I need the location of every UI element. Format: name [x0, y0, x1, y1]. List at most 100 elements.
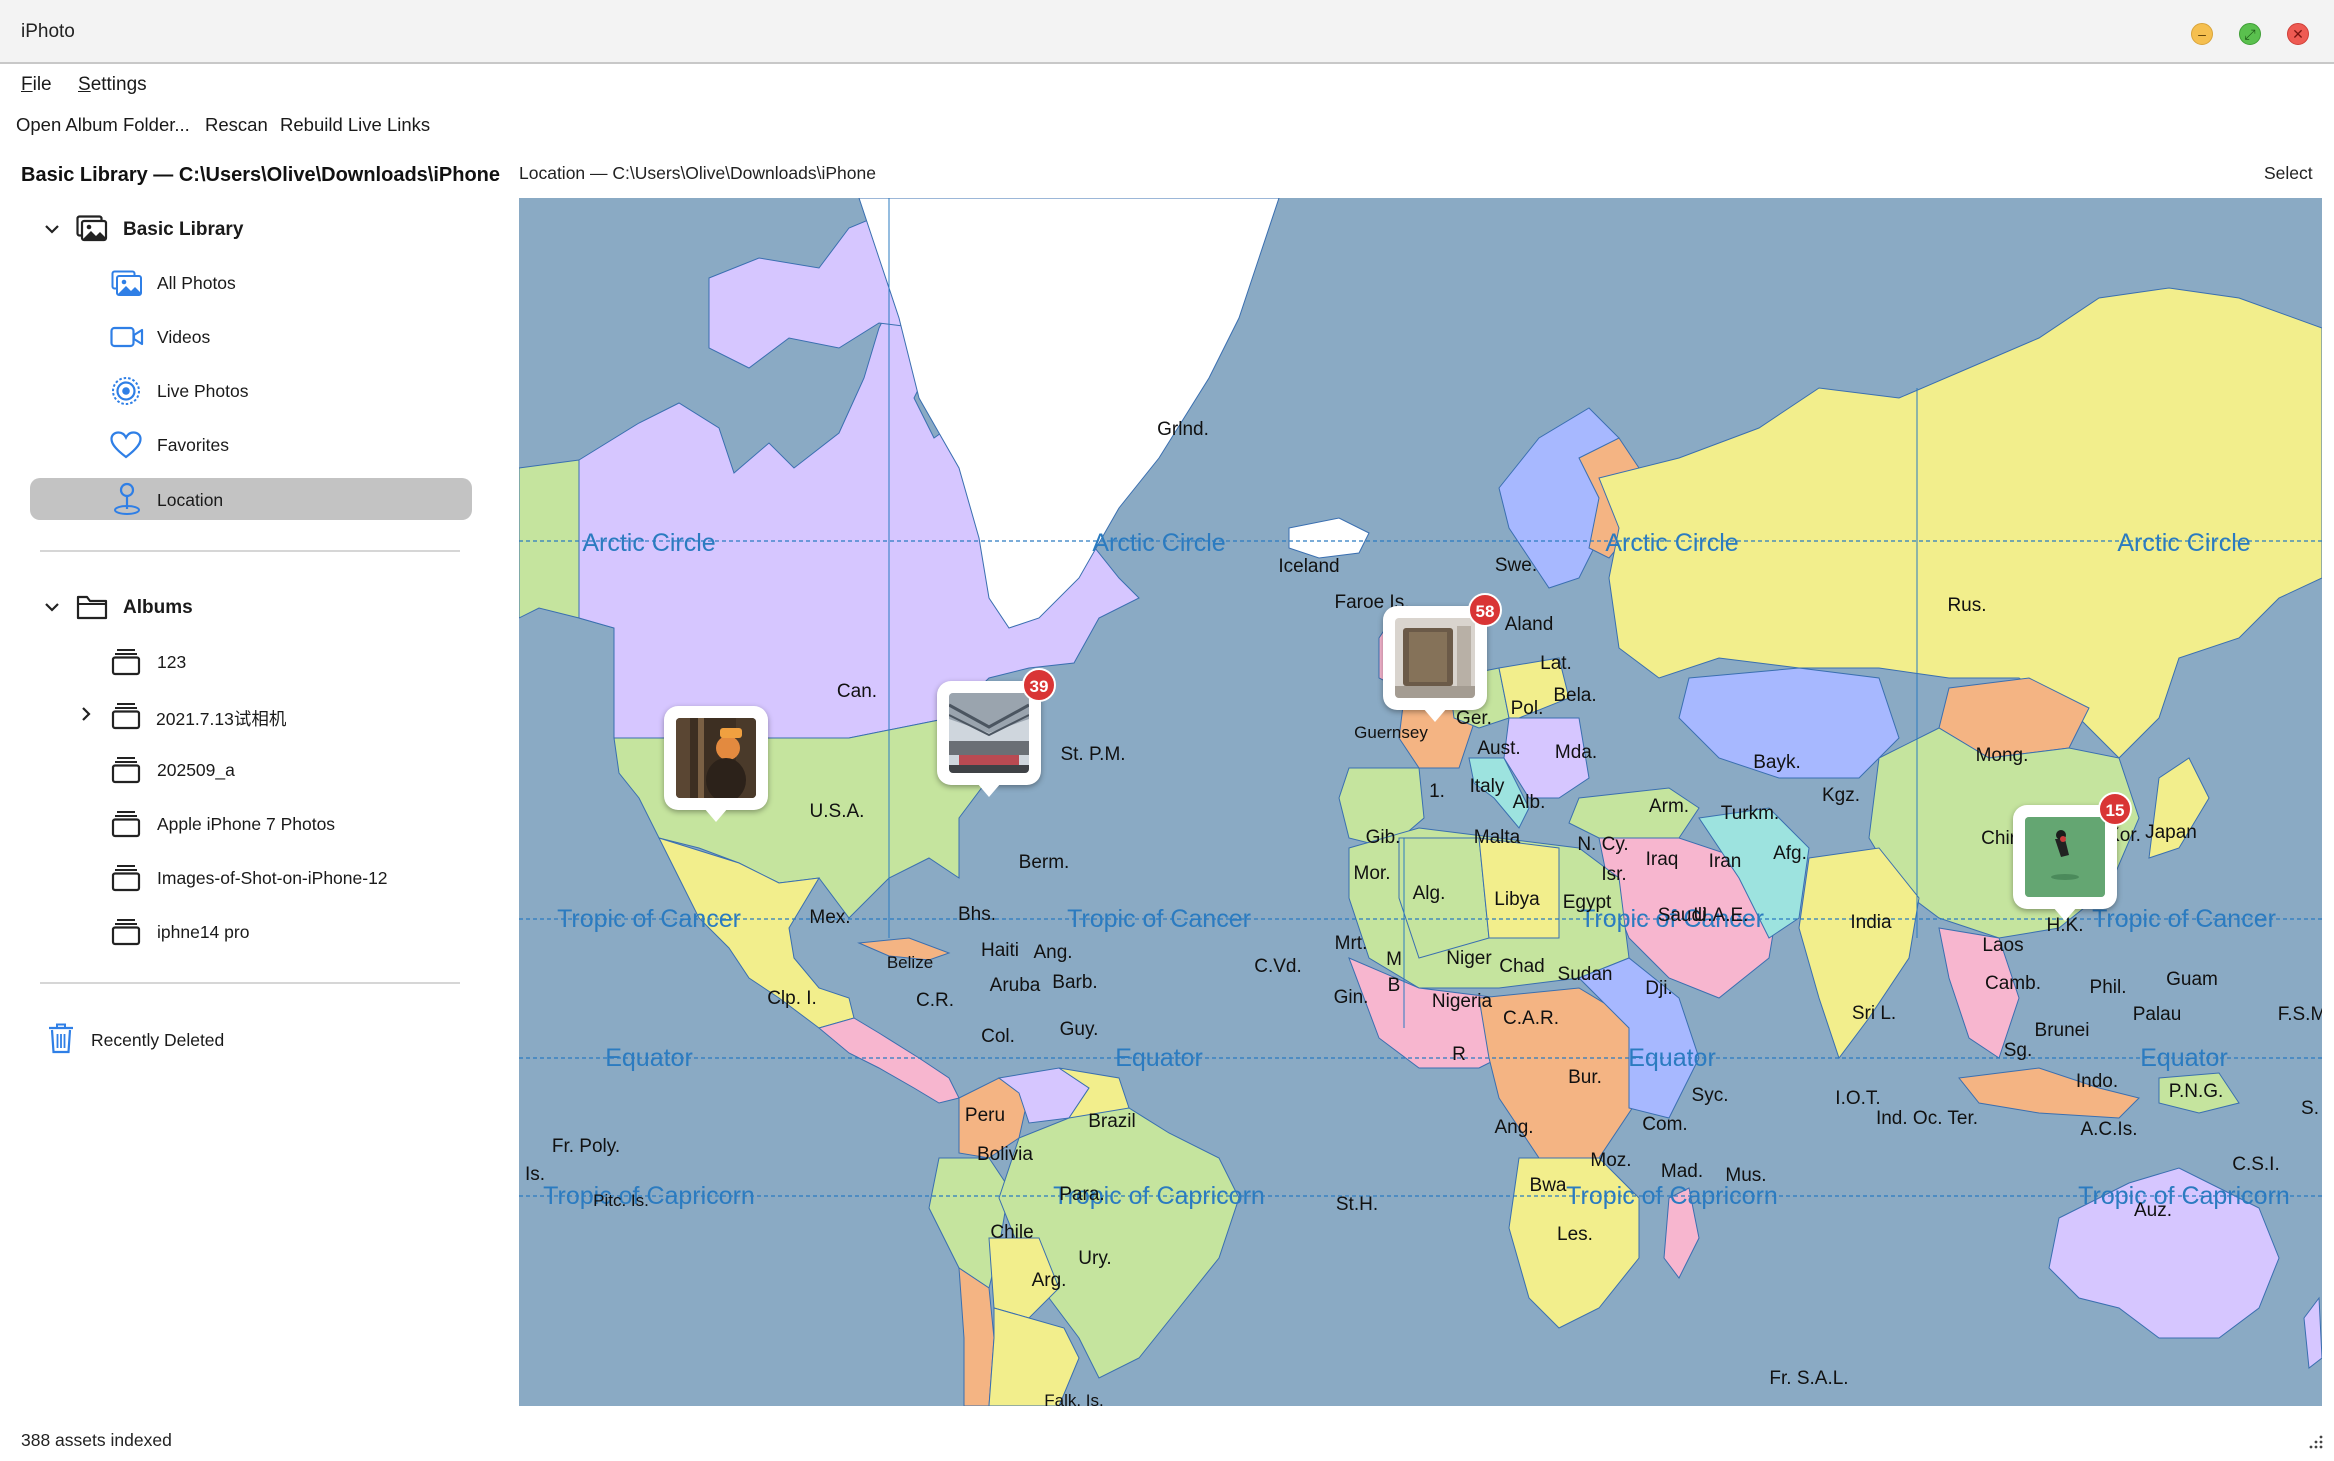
- country-label: Les.: [1557, 1224, 1593, 1245]
- country-label: Alb.: [1513, 792, 1546, 813]
- menu-settings-label: ettings: [90, 74, 147, 95]
- photo-pin-europe[interactable]: 58: [1383, 593, 1502, 722]
- land-central-america: [817, 1017, 960, 1104]
- location-pin-icon: [114, 482, 140, 515]
- country-label: Com.: [1642, 1114, 1687, 1135]
- country-label: Mrt.: [1335, 933, 1368, 954]
- thumbnail-image: [949, 693, 1029, 773]
- album-stack-icon: [111, 649, 141, 676]
- country-label: Moz.: [1590, 1150, 1631, 1171]
- sidebar-item-videos[interactable]: Videos: [157, 327, 210, 348]
- country-label: Ury.: [1078, 1248, 1111, 1269]
- rebuild-live-links-button[interactable]: Rebuild Live Links: [280, 114, 430, 136]
- country-label: Kgz.: [1822, 785, 1860, 806]
- content-header: Location — C:\Users\Olive\Downloads\iPho…: [519, 163, 876, 183]
- album-item[interactable]: 2021.7.13试相机: [156, 706, 286, 731]
- lat-label-cancer: Tropic of Cancer: [2092, 905, 2276, 933]
- country-label: F.S.M: [2278, 1004, 2322, 1025]
- country-label: Arg.: [1032, 1270, 1067, 1291]
- lat-label-cancer: Tropic of Cancer: [1067, 905, 1251, 933]
- country-label: Palau: [2133, 1004, 2182, 1025]
- maximize-button[interactable]: ⤢: [2239, 23, 2261, 45]
- country-label: Col.: [981, 1026, 1015, 1047]
- album-item[interactable]: Images-of-Shot-on-iPhone-12: [157, 868, 388, 889]
- country-label: Aruba: [990, 975, 1041, 996]
- sidebar-item-favorites[interactable]: Favorites: [157, 435, 229, 456]
- country-label: Mda.: [1555, 742, 1597, 763]
- album-stack-icon: [111, 865, 141, 892]
- thumbnail-image: [2025, 817, 2105, 897]
- country-label: Phil.: [2090, 977, 2127, 998]
- country-label: Haiti: [981, 940, 1019, 961]
- menu-file[interactable]: File: [21, 74, 52, 96]
- lat-label-equator: Equator: [2140, 1044, 2228, 1072]
- thumbnail-image: [1395, 618, 1475, 698]
- country-label: Clp. I.: [767, 988, 817, 1009]
- sidebar-divider: [40, 982, 460, 984]
- live-photo-icon: [112, 377, 140, 405]
- country-label: Dji.: [1645, 978, 1672, 999]
- close-button[interactable]: ✕: [2287, 23, 2309, 45]
- album-stack-icon: [111, 811, 141, 838]
- chevron-down-icon[interactable]: [45, 600, 59, 614]
- resize-grip-icon[interactable]: [2304, 1432, 2324, 1452]
- photo-library-icon: [76, 215, 108, 242]
- sidebar-item-recently-deleted[interactable]: Recently Deleted: [91, 1030, 224, 1051]
- sidebar-item-albums[interactable]: Albums: [123, 597, 193, 619]
- album-item[interactable]: Apple iPhone 7 Photos: [157, 814, 335, 835]
- land-iceland: [1288, 517, 1370, 559]
- country-label: Laos: [1982, 935, 2023, 956]
- country-label: Bolivia: [977, 1144, 1033, 1165]
- photo-thumbnail: [949, 693, 1029, 773]
- sidebar-item-all-photos[interactable]: All Photos: [157, 273, 236, 294]
- country-label: Belize: [887, 953, 933, 972]
- country-label: Mad.: [1661, 1161, 1703, 1182]
- album-stack-icon: [111, 703, 141, 730]
- photo-pin-china[interactable]: 15: [2013, 792, 2132, 921]
- photo-count-badge: 58: [1468, 593, 1502, 627]
- album-item[interactable]: 202509_a: [157, 760, 235, 781]
- minimize-button[interactable]: –: [2191, 23, 2213, 45]
- country-label: Ang.: [1033, 942, 1072, 963]
- chevron-right-icon[interactable]: [79, 707, 93, 721]
- sidebar-item-location[interactable]: [30, 478, 472, 520]
- lat-label-capricorn: Tropic of Capricorn: [2078, 1182, 2290, 1210]
- land-india: [1798, 847, 1920, 1060]
- album-item[interactable]: 123: [157, 652, 186, 673]
- land-chile: [958, 1267, 995, 1406]
- photo-pin-us-east[interactable]: 39: [937, 668, 1056, 797]
- country-label: U.S.A.: [810, 801, 865, 822]
- country-label: P.N.G.: [2169, 1081, 2224, 1102]
- country-label: N. Cy.: [1577, 834, 1628, 855]
- country-label: Barb.: [1052, 972, 1097, 993]
- country-label: Iran: [1709, 851, 1742, 872]
- country-label: Sg.: [2004, 1040, 2033, 1061]
- country-label: S.: [2301, 1098, 2319, 1119]
- menu-settings[interactable]: Settings: [78, 74, 147, 96]
- chevron-down-icon[interactable]: [45, 222, 59, 236]
- photo-count-badge: 15: [2098, 792, 2132, 826]
- country-label: Isr.: [1601, 864, 1626, 885]
- sidebar-item-basic-library[interactable]: Basic Library: [123, 219, 243, 241]
- menu-file-label: ile: [32, 74, 52, 95]
- album-stack-icon: [111, 919, 141, 946]
- open-album-folder-button[interactable]: Open Album Folder...: [16, 114, 190, 136]
- country-label: Alg.: [1413, 883, 1446, 904]
- album-item[interactable]: iphne14 pro: [157, 922, 249, 943]
- album-stack-icon: [111, 757, 141, 784]
- select-button[interactable]: Select: [2264, 163, 2313, 184]
- country-label: St. P.M.: [1060, 744, 1125, 765]
- country-label: Afg.: [1773, 843, 1807, 864]
- photo-pin-us-west[interactable]: [664, 706, 768, 822]
- country-label: R: [1452, 1044, 1466, 1065]
- world-map[interactable]: Arctic Circle Arctic Circle Arctic Circl…: [519, 198, 2322, 1406]
- country-label: Mong.: [1976, 745, 2029, 766]
- sidebar-item-live-photos[interactable]: Live Photos: [157, 381, 248, 402]
- rescan-button[interactable]: Rescan: [205, 114, 268, 136]
- country-label: Chile: [990, 1222, 1033, 1243]
- country-label: Ger.: [1456, 708, 1492, 729]
- window-title: iPhoto: [21, 21, 75, 42]
- country-label: Syc.: [1692, 1085, 1729, 1106]
- country-label: Berm.: [1019, 852, 1070, 873]
- pin-pointer: [2053, 907, 2077, 921]
